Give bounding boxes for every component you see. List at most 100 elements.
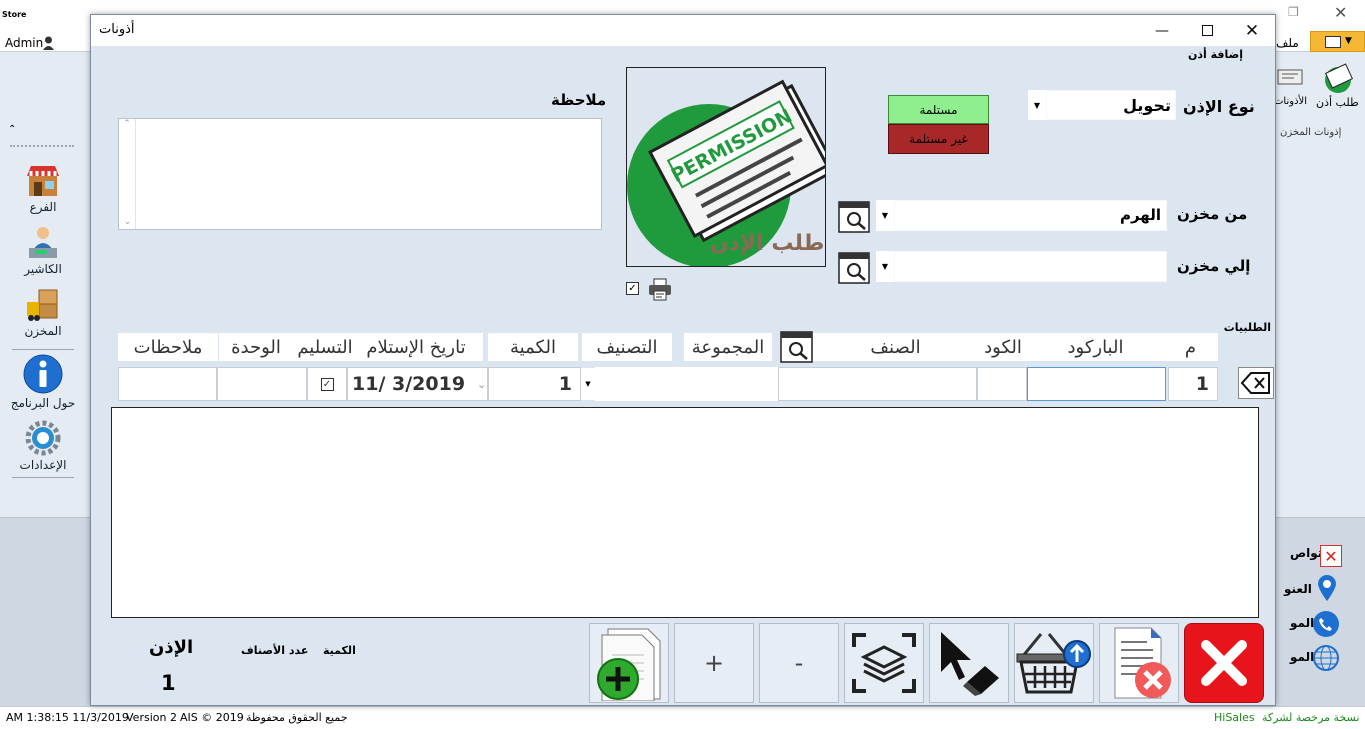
- book-icon: [1325, 36, 1341, 48]
- notes-input[interactable]: [118, 367, 217, 401]
- permissions-label[interactable]: الأذونات: [1274, 96, 1307, 107]
- ribbon-group-label: إذونات المخزن: [1280, 127, 1342, 138]
- collapse-icon[interactable]: ⌃: [8, 124, 16, 135]
- search-to-store-button[interactable]: [838, 252, 870, 284]
- status-rights: جميع الحقوق محفوظة: [246, 711, 348, 724]
- maximize-button[interactable]: [1184, 15, 1230, 46]
- permission-type-select[interactable]: تحويل: [1046, 90, 1176, 120]
- close-panel-icon[interactable]: ✕: [1320, 545, 1342, 567]
- chevron-down-icon[interactable]: ▼: [581, 368, 595, 400]
- menu-file[interactable]: ملف: [1276, 36, 1299, 50]
- basket-upload-button[interactable]: [1014, 623, 1094, 703]
- permission-logo: PERMISSION طلب الإذن: [626, 67, 826, 267]
- phone-icon[interactable]: [1312, 610, 1340, 638]
- to-store-select[interactable]: [894, 251, 1167, 282]
- close-button[interactable]: ✕: [1229, 15, 1275, 46]
- delete-document-button[interactable]: [1099, 623, 1179, 703]
- admin-label[interactable]: Admin: [5, 36, 43, 50]
- column-group: المجموعة: [684, 333, 772, 361]
- app-close-icon[interactable]: ✕: [1334, 3, 1347, 22]
- sidebar-item-label: الإعدادات: [19, 458, 67, 472]
- from-store-select[interactable]: الهرم: [894, 200, 1167, 231]
- select-erase-button[interactable]: [929, 623, 1009, 703]
- unit-select[interactable]: [217, 367, 307, 401]
- sidebar-item-settings[interactable]: الإعدادات: [10, 420, 76, 472]
- globe-icon[interactable]: [1312, 644, 1340, 672]
- shop-icon: [25, 162, 61, 198]
- to-store-label: إلي مخزن: [1177, 257, 1251, 275]
- address-label: العنو: [1284, 582, 1312, 596]
- sidebar-item-label: المخزن: [24, 324, 62, 338]
- layers-icon: [852, 633, 916, 693]
- code-input[interactable]: [977, 367, 1027, 401]
- maximize-icon: [1201, 25, 1213, 36]
- sidebar-item-warehouse[interactable]: المخزن: [10, 286, 76, 338]
- scroll-up-icon[interactable]: ⌃: [119, 119, 135, 129]
- search-item-button[interactable]: [780, 331, 813, 363]
- item-input[interactable]: [778, 367, 977, 401]
- permissions-dialog: أذونات — ✕ إضافة أذن نوع الإذن تحويل ▼ م…: [90, 14, 1276, 706]
- status-license: نسخة مرخصة لشركة: [1262, 711, 1360, 724]
- column-unit: الوحدة: [219, 333, 293, 361]
- requests-label: الطلبيات: [1223, 321, 1271, 334]
- receive-date-picker[interactable]: 11/ 3/2019 ⌄: [347, 367, 488, 401]
- delete-document-icon: [1114, 627, 1171, 699]
- chevron-down-icon[interactable]: ▼: [876, 200, 894, 231]
- search-window-icon: [838, 201, 870, 233]
- sidebar-item-branch[interactable]: الفرع: [10, 162, 76, 214]
- section-label: إضافة أذن: [1187, 48, 1243, 61]
- search-from-store-button[interactable]: [838, 201, 870, 233]
- contact-label: تواص: [1290, 546, 1323, 560]
- status-bar: AM 1:38:15 11/3/2019 Version 2 AIS © 201…: [0, 706, 1365, 729]
- plus-button[interactable]: +: [674, 623, 754, 703]
- not-received-button[interactable]: غير مستلمة: [888, 124, 989, 154]
- items-count-label: عدد الأصناف: [241, 644, 309, 657]
- sidebar-grip: [10, 145, 74, 147]
- status-brand: HiSales: [1214, 711, 1255, 724]
- chevron-down-icon[interactable]: ▼: [1028, 90, 1046, 120]
- app-ribbon-panel: طلب أذن الأذونات إذونات المخزن: [1274, 52, 1365, 517]
- request-permission-icon[interactable]: [1320, 60, 1358, 96]
- basket-upload-icon: [1016, 633, 1091, 694]
- scroll-down-icon[interactable]: ⌄: [119, 217, 136, 227]
- add-document-button[interactable]: [589, 623, 669, 703]
- minus-button[interactable]: -: [759, 623, 839, 703]
- note-textarea[interactable]: ⌃ ⌄: [118, 118, 602, 230]
- backspace-icon: [1240, 372, 1270, 394]
- chevron-down-icon[interactable]: ⌄: [477, 378, 486, 391]
- print-checkbox[interactable]: ✓: [626, 282, 639, 295]
- column-notes: ملاحظات: [118, 333, 218, 361]
- sidebar-item-about[interactable]: حول البرنامج: [10, 354, 76, 410]
- dialog-titlebar: أذونات — ✕: [91, 15, 1275, 46]
- delivered-checkbox[interactable]: ✓: [320, 377, 334, 391]
- received-button[interactable]: مستلمة: [888, 95, 989, 124]
- items-grid[interactable]: [111, 407, 1259, 618]
- chevron-down-icon[interactable]: ▼: [876, 251, 894, 282]
- layers-button[interactable]: [844, 623, 924, 703]
- dialog-title: أذونات: [99, 22, 135, 37]
- search-window-icon: [780, 331, 813, 363]
- minimize-button[interactable]: —: [1139, 15, 1185, 46]
- barcode-input[interactable]: [1027, 367, 1166, 401]
- column-receive-date: تاريخ الإستلام: [349, 333, 483, 361]
- exit-button[interactable]: [1184, 623, 1264, 703]
- delivered-cell: ✓: [307, 367, 347, 401]
- clear-row-button[interactable]: [1238, 367, 1274, 399]
- permissions-icon[interactable]: [1276, 62, 1306, 92]
- sidebar-item-label: الفرع: [29, 200, 57, 214]
- quantity-input[interactable]: 1: [488, 367, 581, 401]
- request-permission-label[interactable]: طلب أذن: [1316, 96, 1359, 109]
- status-copyright: AIS © 2019: [180, 711, 244, 724]
- note-label: ملاحظة: [551, 91, 607, 109]
- minimize-icon: —: [1155, 22, 1169, 39]
- restore-icon[interactable]: ❐: [1288, 5, 1299, 19]
- location-icon[interactable]: [1316, 574, 1338, 602]
- status-datetime: AM 1:38:15 11/3/2019: [6, 711, 129, 724]
- note-scrollbar[interactable]: ⌃ ⌄: [119, 119, 136, 229]
- printer-icon[interactable]: [647, 277, 673, 301]
- ribbon-toggle-button[interactable]: ▼: [1310, 31, 1365, 52]
- permission-type-label: نوع الإذن: [1183, 97, 1255, 116]
- sidebar-item-cashier[interactable]: الكاشير: [10, 224, 76, 276]
- app-sidebar: ⌃ الفرع الكاشير المخزن حول البرنامج الإع…: [0, 52, 90, 517]
- category-select[interactable]: [595, 367, 778, 401]
